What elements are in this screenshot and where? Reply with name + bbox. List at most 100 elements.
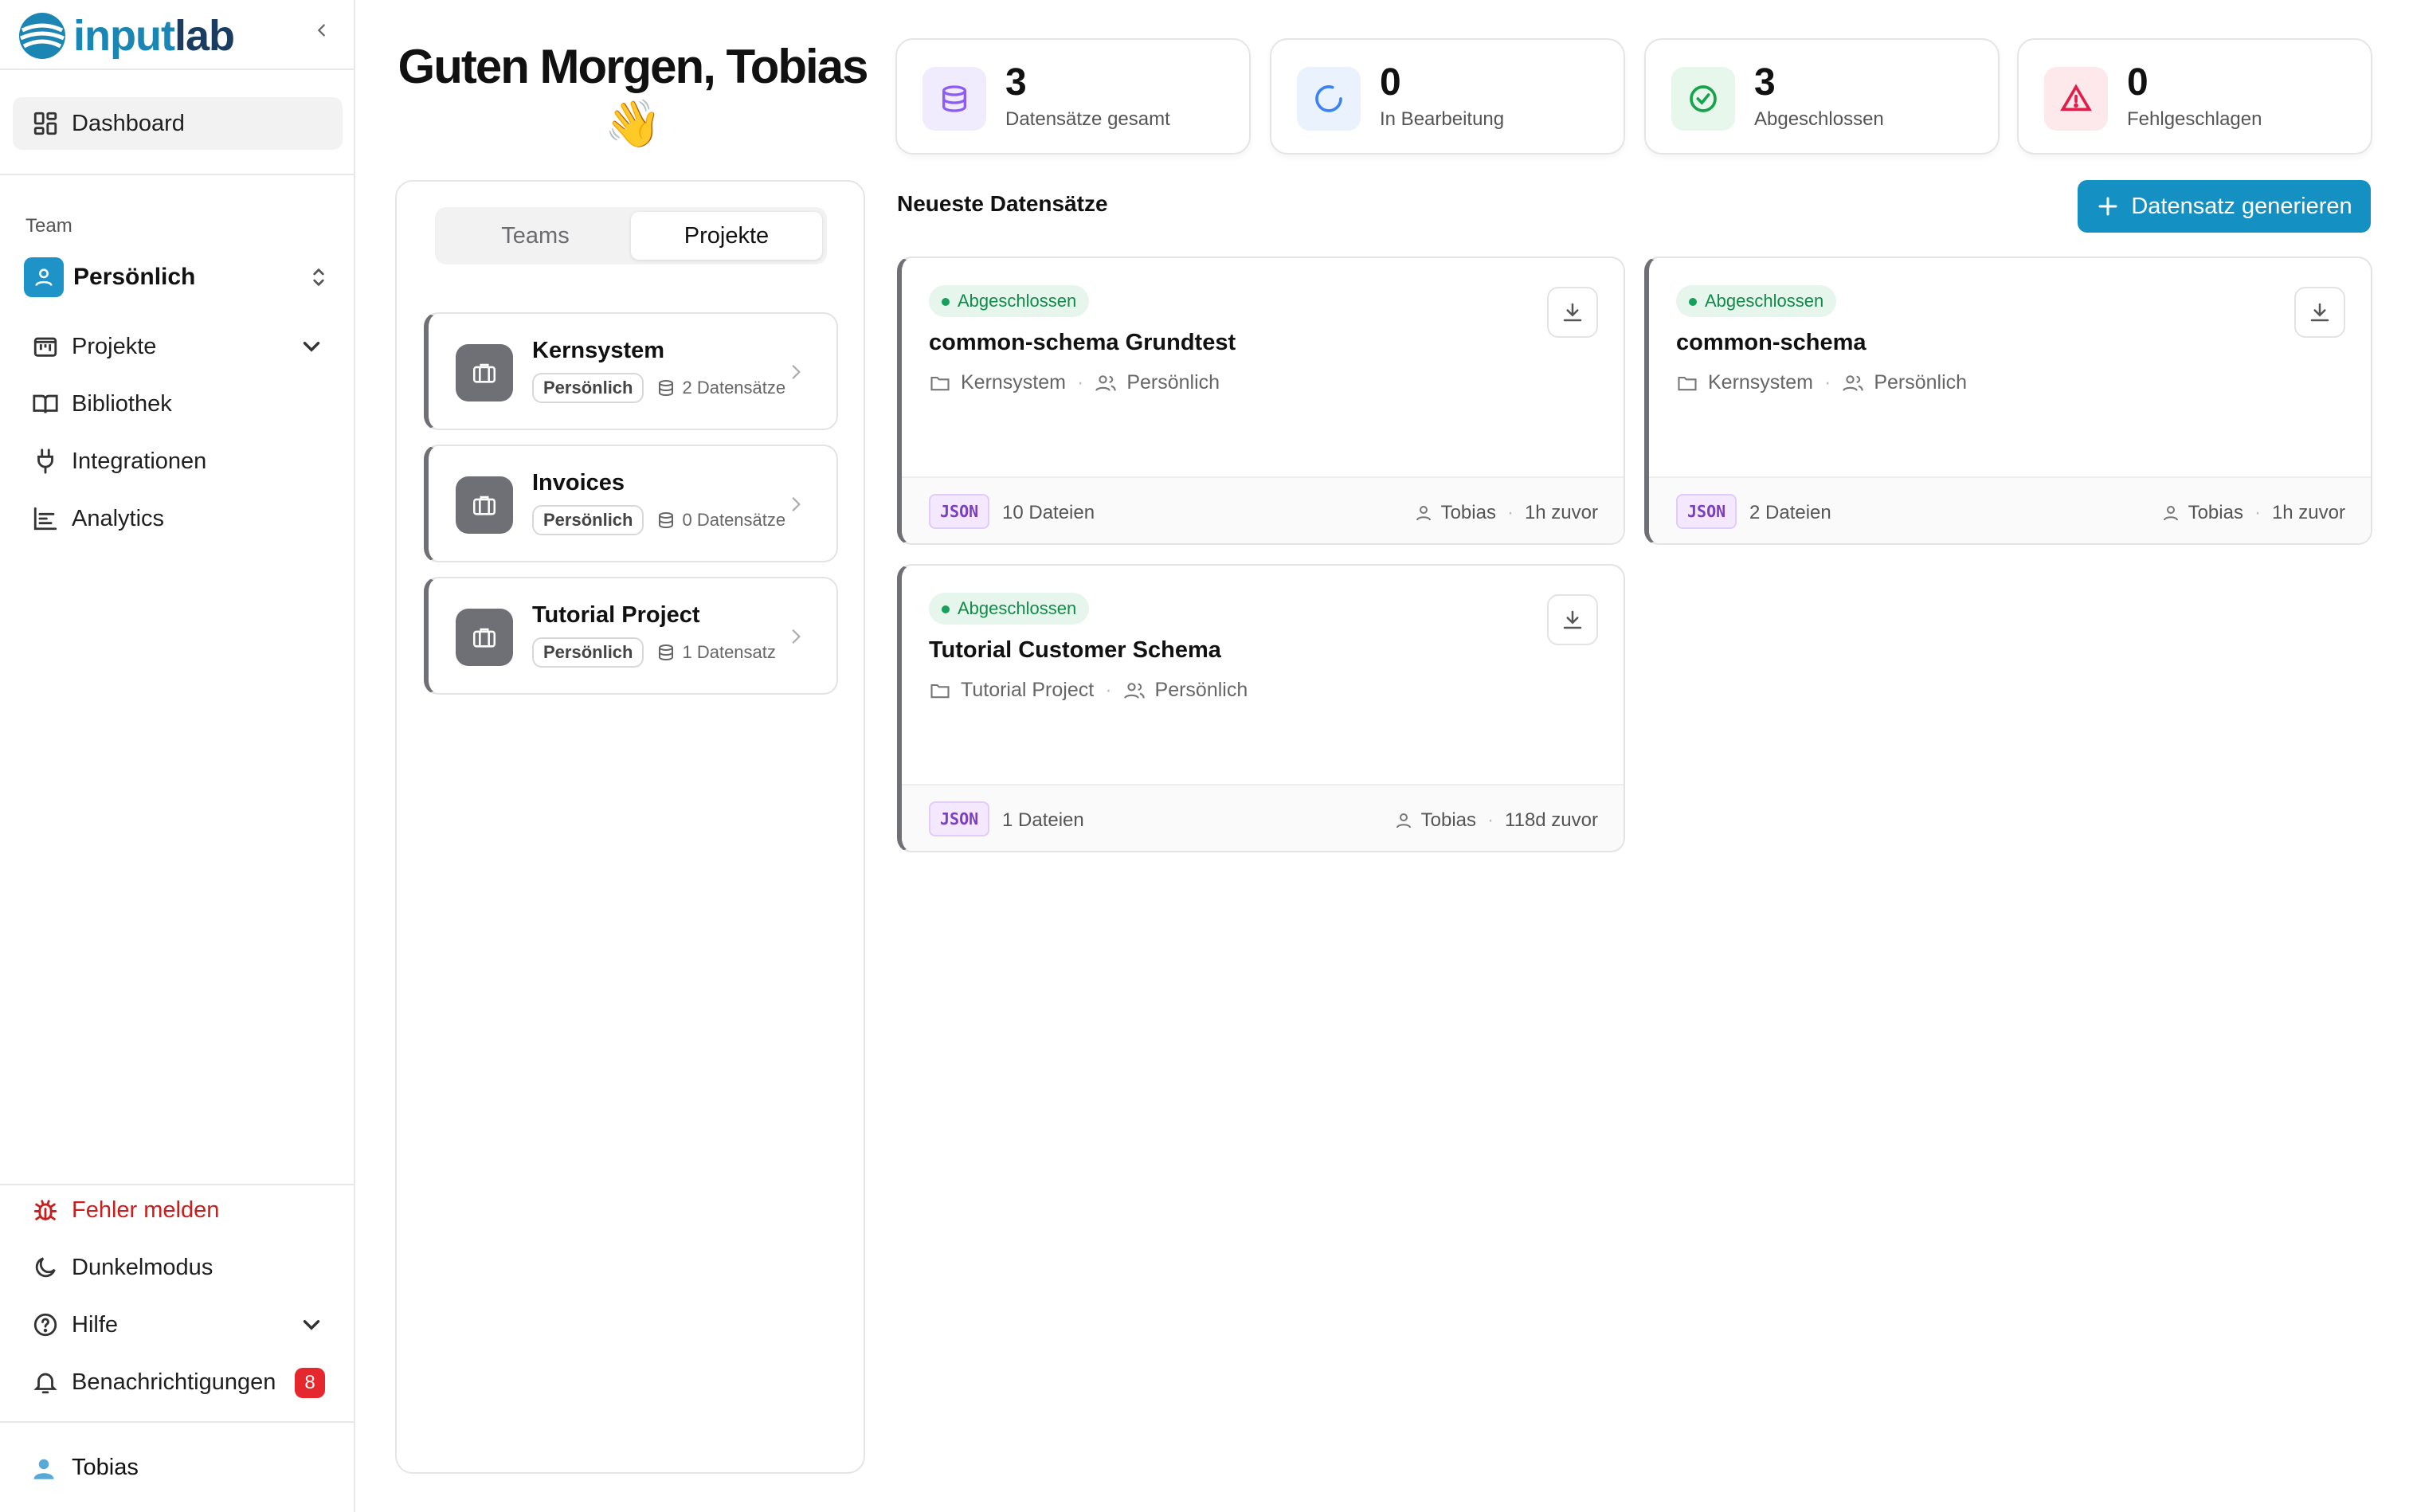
project-name: Invoices (532, 470, 625, 496)
database-icon (659, 512, 674, 529)
sidebar-item-analytics[interactable]: Analytics (13, 492, 343, 545)
user-icon (1416, 506, 1431, 521)
loader-icon (1297, 67, 1361, 131)
status-badge: Abgeschlossen (1676, 285, 1837, 317)
segmented-control: Teams Projekte (435, 207, 827, 264)
sidebar-item-label: Dunkelmodus (72, 1254, 213, 1280)
sidebar-item-label: Bibliothek (72, 390, 172, 417)
separator: · (2254, 502, 2261, 523)
stat-card-in-progress: 0 In Bearbeitung (1270, 38, 1625, 155)
dataset-user: Tobias (1440, 502, 1496, 523)
stat-label: Abgeschlossen (1754, 108, 1884, 130)
team-name: Persönlich (73, 264, 196, 290)
folder-icon (930, 376, 950, 390)
dataset-card[interactable]: Abgeschlossen Tutorial Customer Schema T… (897, 564, 1625, 852)
project-card[interactable]: Tutorial Project Persönlich 1 Datensatz (424, 577, 838, 695)
format-badge: JSON (1676, 494, 1737, 529)
divider (0, 1421, 354, 1423)
sidebar-item-label: Integrationen (72, 448, 207, 474)
project-name: Tutorial Project (532, 602, 700, 628)
dataset-project: Kernsystem (961, 371, 1066, 394)
book-open-icon (33, 394, 58, 413)
users-icon (1123, 682, 1145, 699)
database-icon (659, 380, 674, 397)
sidebar-item-integrations[interactable]: Integrationen (13, 435, 343, 488)
sidebar-item-report-bug[interactable]: Fehler melden (13, 1184, 343, 1236)
dataset-meta: Kernsystem · Persönlich (1676, 371, 1967, 394)
projects-icon (33, 337, 57, 357)
plus-icon (2098, 197, 2117, 216)
dataset-user: Tobias (1420, 809, 1477, 831)
dataset-project: Kernsystem (1708, 371, 1813, 394)
tab-projects[interactable]: Projekte (631, 212, 822, 260)
dataset-card-footer: JSON 2 Dateien Tobias · 1h zuvor (1649, 476, 2371, 543)
notifications-count-badge: 8 (295, 1368, 325, 1398)
chevron-up-down-icon (313, 268, 324, 287)
dataset-meta: Tutorial Project · Persönlich (929, 679, 1248, 702)
user-name: Tobias (72, 1455, 139, 1480)
separator: · (1076, 371, 1084, 394)
status-badge: Abgeschlossen (929, 593, 1090, 625)
stat-label: Datensätze gesamt (1005, 108, 1170, 130)
sidebar-item-dashboard[interactable]: Dashboard (13, 97, 343, 150)
sidebar-item-projects[interactable]: Projekte (13, 320, 343, 373)
divider (0, 174, 354, 175)
dataset-card-footer: JSON 1 Dateien Tobias · 118d zuvor (902, 784, 1624, 851)
stat-value: 3 (1005, 61, 1027, 104)
project-card[interactable]: Kernsystem Persönlich 2 Datensätze (424, 312, 838, 430)
logo-mark-icon (19, 13, 65, 59)
chevron-right-icon (792, 365, 801, 379)
user-menu[interactable]: Tobias (32, 1455, 139, 1481)
chevron-down-icon[interactable] (298, 333, 325, 360)
download-button[interactable] (2294, 287, 2345, 338)
sidebar-item-library[interactable]: Bibliothek (13, 378, 343, 430)
dataset-author-time: Tobias · 1h zuvor (1414, 502, 1598, 524)
folder-icon (930, 684, 950, 698)
download-icon (2310, 303, 2329, 322)
chevron-right-icon (792, 497, 801, 511)
moon-icon (35, 1257, 56, 1278)
waving-hand-icon: 👋 (604, 98, 662, 150)
user-icon (35, 268, 53, 286)
sidebar-item-dark-mode[interactable]: Dunkelmodus (13, 1241, 343, 1294)
stat-label: In Bearbeitung (1380, 108, 1505, 130)
dataset-time: 118d zuvor (1505, 809, 1598, 831)
chevron-down-icon[interactable] (298, 1311, 325, 1338)
collapse-sidebar-button[interactable] (307, 16, 336, 45)
project-meta: Persönlich 1 Datensatz (532, 637, 776, 668)
dataset-title: common-schema (1676, 330, 1866, 355)
stat-card-completed: 3 Abgeschlossen (1644, 38, 2000, 155)
sidebar-item-notifications[interactable]: Benachrichtigungen 8 (13, 1356, 343, 1408)
team-selector[interactable]: Persönlich (24, 255, 336, 300)
download-button[interactable] (1547, 594, 1598, 645)
generate-dataset-button[interactable]: Datensatz generieren (2078, 180, 2371, 233)
briefcase-icon (456, 344, 513, 402)
bug-icon (33, 1200, 57, 1220)
dataset-count: 1 Datensatz (682, 642, 776, 662)
owner-pill: Persönlich (532, 373, 644, 403)
dataset-owner: Persönlich (1874, 371, 1968, 394)
separator: · (1823, 371, 1831, 394)
dataset-card[interactable]: Abgeschlossen common-schema Kernsystem ·… (1644, 257, 2372, 545)
stat-card-failed: 0 Fehlgeschlagen (2017, 38, 2372, 155)
dataset-project: Tutorial Project (961, 679, 1095, 701)
generate-dataset-label: Datensatz generieren (2131, 193, 2352, 219)
folder-icon (1678, 376, 1697, 390)
dataset-owner: Persönlich (1154, 679, 1248, 701)
sidebar-item-help[interactable]: Hilfe (13, 1299, 343, 1351)
database-icon (659, 644, 674, 661)
dataset-count: 0 Datensätze (682, 510, 786, 530)
dataset-title: Tutorial Customer Schema (929, 637, 1221, 663)
logo[interactable]: inputlab (18, 8, 336, 64)
project-meta: Persönlich 2 Datensätze (532, 373, 785, 403)
dataset-author-time: Tobias · 1h zuvor (2161, 502, 2345, 524)
dataset-card[interactable]: Abgeschlossen common-schema Grundtest Ke… (897, 257, 1625, 545)
stat-label: Fehlgeschlagen (2127, 108, 2262, 130)
dataset-user: Tobias (2188, 502, 2243, 523)
tab-teams[interactable]: Teams (440, 212, 631, 260)
download-button[interactable] (1547, 287, 1598, 338)
project-card[interactable]: Invoices Persönlich 0 Datensätze (424, 445, 838, 562)
status-badge: Abgeschlossen (929, 285, 1090, 317)
dataset-title: common-schema Grundtest (929, 330, 1236, 355)
file-count: 1 Dateien (1002, 809, 1084, 831)
